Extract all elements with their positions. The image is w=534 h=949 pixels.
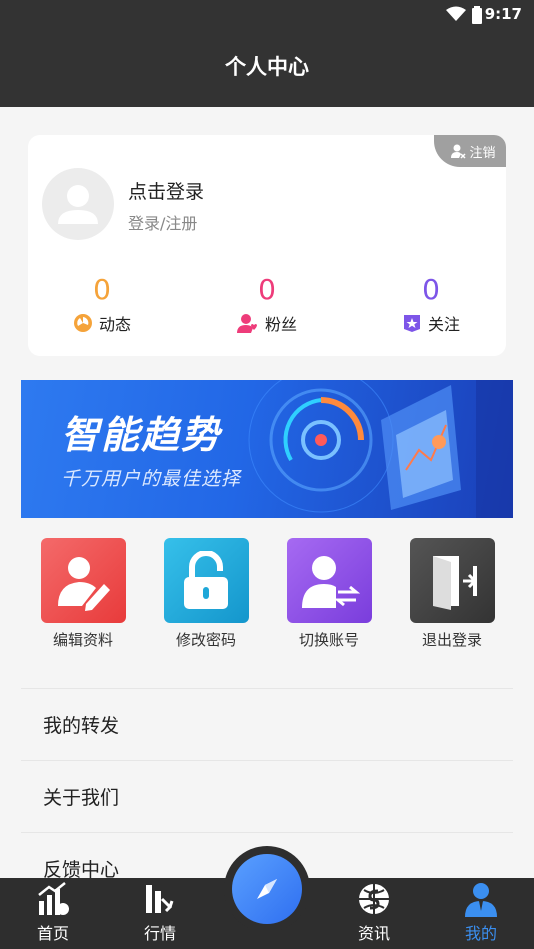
tab-market[interactable]: 行情 xyxy=(120,878,200,949)
stat-label: 关注 xyxy=(427,315,460,334)
app-header: 个人中心 xyxy=(0,30,534,107)
menu-item-label: 我的转发 xyxy=(43,715,120,737)
market-icon xyxy=(146,885,174,913)
action-label: 修改密码 xyxy=(175,631,236,649)
action-grid: 编辑资料 修改密码 切换账号 退出登录 xyxy=(21,538,513,653)
status-time: 9:17 xyxy=(484,5,522,23)
follow-star-icon xyxy=(403,315,420,332)
tab-mine[interactable]: 我的 xyxy=(441,878,521,949)
tab-news[interactable]: 资讯 xyxy=(334,878,414,949)
tab-label: 资讯 xyxy=(357,924,390,943)
page-title: 个人中心 xyxy=(225,55,309,79)
switch-account-icon xyxy=(286,538,372,623)
tab-label: 首页 xyxy=(36,924,69,943)
switch-account-button[interactable]: 切换账号 xyxy=(281,538,377,650)
profile-card: 点击登录 登录/注册 注销 0 动态 0 粉丝 0 关注 xyxy=(28,135,506,356)
edit-profile-icon xyxy=(40,538,126,623)
home-chart-icon xyxy=(38,882,69,915)
battery-icon xyxy=(472,6,482,24)
exit-door-icon xyxy=(409,538,495,623)
tab-home[interactable]: 首页 xyxy=(13,878,93,949)
stat-dynamics[interactable]: 0 动态 xyxy=(42,273,162,335)
change-password-button[interactable]: 修改密码 xyxy=(158,538,254,650)
lock-icon xyxy=(163,538,249,623)
promo-banner[interactable]: 智能趋势 千万用户的最佳选择 xyxy=(21,380,513,518)
news-globe-icon xyxy=(359,884,389,914)
compass-icon xyxy=(257,879,277,899)
status-bar: 9:17 xyxy=(0,0,534,30)
user-remove-icon xyxy=(451,144,467,159)
stat-value: 0 xyxy=(258,273,276,306)
stat-label: 动态 xyxy=(98,315,131,334)
edit-profile-button[interactable]: 编辑资料 xyxy=(35,538,131,650)
stat-follow[interactable]: 0 关注 xyxy=(371,273,491,335)
stat-label: 粉丝 xyxy=(264,315,297,334)
menu-item-label: 关于我们 xyxy=(43,787,120,809)
action-label: 切换账号 xyxy=(298,631,359,649)
banner-title: 智能趋势 xyxy=(61,413,222,457)
menu-item-my-reposts[interactable]: 我的转发 xyxy=(21,688,513,760)
logout-button[interactable]: 退出登录 xyxy=(404,538,500,650)
stat-value: 0 xyxy=(422,273,440,306)
wifi-icon xyxy=(446,6,466,21)
action-label: 编辑资料 xyxy=(52,631,113,649)
stat-value: 0 xyxy=(93,273,111,306)
banner-subtitle: 千万用户的最佳选择 xyxy=(61,468,242,490)
profile-icon xyxy=(465,883,497,917)
fans-icon xyxy=(236,314,257,333)
cancel-account-button[interactable]: 注销 xyxy=(434,135,506,167)
cancel-account-label: 注销 xyxy=(469,145,496,161)
login-register-link[interactable]: 登录/注册 xyxy=(128,210,197,234)
center-discover-button[interactable] xyxy=(224,846,310,932)
menu-item-about-us[interactable]: 关于我们 xyxy=(21,760,513,832)
dynamic-icon xyxy=(73,314,92,332)
action-label: 退出登录 xyxy=(421,631,482,649)
login-prompt[interactable]: 点击登录 xyxy=(128,177,204,204)
avatar[interactable] xyxy=(42,168,114,240)
stat-fans[interactable]: 0 粉丝 xyxy=(207,273,327,335)
default-avatar-icon xyxy=(58,185,98,224)
tab-label: 行情 xyxy=(143,924,176,943)
tab-label: 我的 xyxy=(464,924,497,943)
